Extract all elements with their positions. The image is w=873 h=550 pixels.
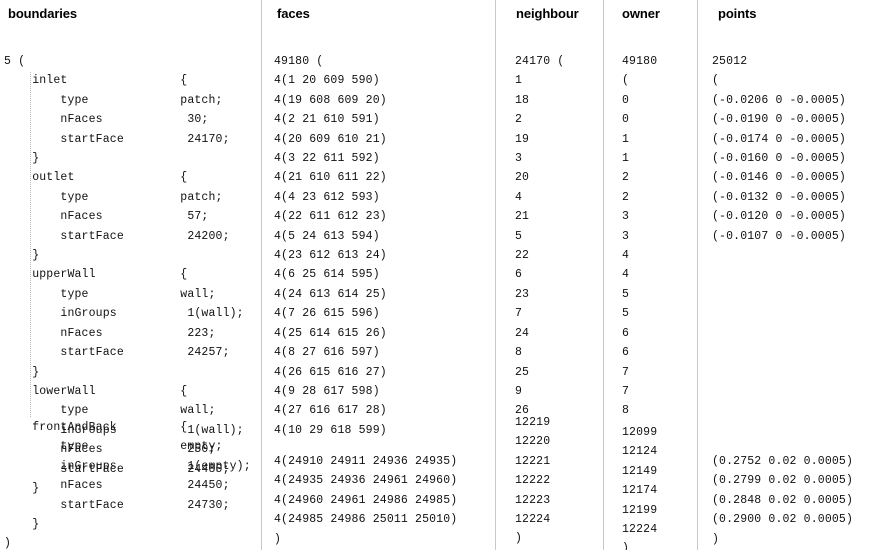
points-list-tail: (0.2752 0.02 0.0005) (0.2799 0.02 0.0005… bbox=[712, 455, 854, 546]
column-owner: 49180 ( 0 0 1 1 2 2 3 3 4 4 5 5 6 6 7 7 … bbox=[604, 0, 697, 550]
column-faces: 49180 ( 4(1 20 609 590) 4(19 608 609 20)… bbox=[262, 0, 495, 550]
boundaries-dict-tail: frontAndBack { type empty; inGroups 1(em… bbox=[4, 421, 251, 550]
polymesh-file-comparison: boundaries faces neighbour owner points … bbox=[0, 0, 873, 550]
column-boundaries: 5 ( inlet { type patch; nFaces 30; start… bbox=[0, 0, 261, 550]
points-list-head: 25012 ( (-0.0206 0 -0.0005) (-0.0190 0 -… bbox=[712, 55, 846, 243]
neighbour-list-tail: 12219 12220 12221 12222 12223 12224 ) bbox=[515, 416, 551, 546]
faces-list-tail: 4(24910 24911 24936 24935) 4(24935 24936… bbox=[274, 455, 458, 546]
owner-list-tail: 12099 12124 12149 12174 12199 12224 ) bbox=[622, 426, 658, 550]
column-points: 25012 ( (-0.0206 0 -0.0005) (-0.0190 0 -… bbox=[698, 0, 873, 550]
neighbour-list-head: 24170 ( 1 18 2 19 3 20 4 21 5 22 6 23 7 … bbox=[515, 55, 565, 418]
faces-list-head: 49180 ( 4(1 20 609 590) 4(19 608 609 20)… bbox=[274, 55, 387, 437]
column-neighbour: 24170 ( 1 18 2 19 3 20 4 21 5 22 6 23 7 … bbox=[496, 0, 603, 550]
owner-list-head: 49180 ( 0 0 1 1 2 2 3 3 4 4 5 5 6 6 7 7 … bbox=[622, 55, 658, 418]
